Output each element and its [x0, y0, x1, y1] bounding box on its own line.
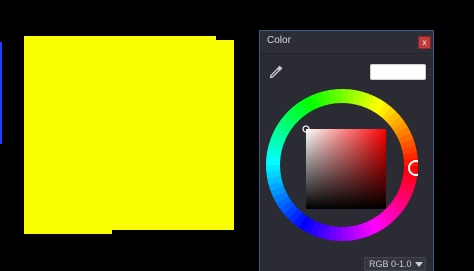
- hue-ring-segment[interactable]: [266, 164, 281, 172]
- close-icon: x: [422, 38, 427, 47]
- eyedropper-icon[interactable]: [268, 64, 284, 80]
- chevron-down-icon: [415, 262, 423, 267]
- canvas-edge-notch: [216, 36, 234, 40]
- panel-title: Color: [267, 35, 291, 46]
- color-wheel[interactable]: [266, 89, 418, 241]
- color-panel: Color x RGB 0-1.0: [259, 30, 434, 271]
- color-mode-label: RGB 0-1.0: [369, 259, 412, 269]
- hue-ring-segment[interactable]: [341, 226, 349, 241]
- workspace: Color x RGB 0-1.0: [0, 0, 474, 271]
- yellow-canvas-shape[interactable]: [24, 36, 234, 234]
- hue-ring-segment[interactable]: [335, 89, 343, 104]
- canvas-edge-notch: [112, 230, 234, 234]
- value-gradient-overlay: [306, 129, 386, 209]
- current-color-swatch[interactable]: [370, 64, 426, 80]
- close-button[interactable]: x: [418, 36, 431, 49]
- color-panel-titlebar[interactable]: Color x: [260, 31, 433, 54]
- color-mode-select[interactable]: RGB 0-1.0: [364, 257, 426, 271]
- left-edge-accent: [0, 42, 2, 144]
